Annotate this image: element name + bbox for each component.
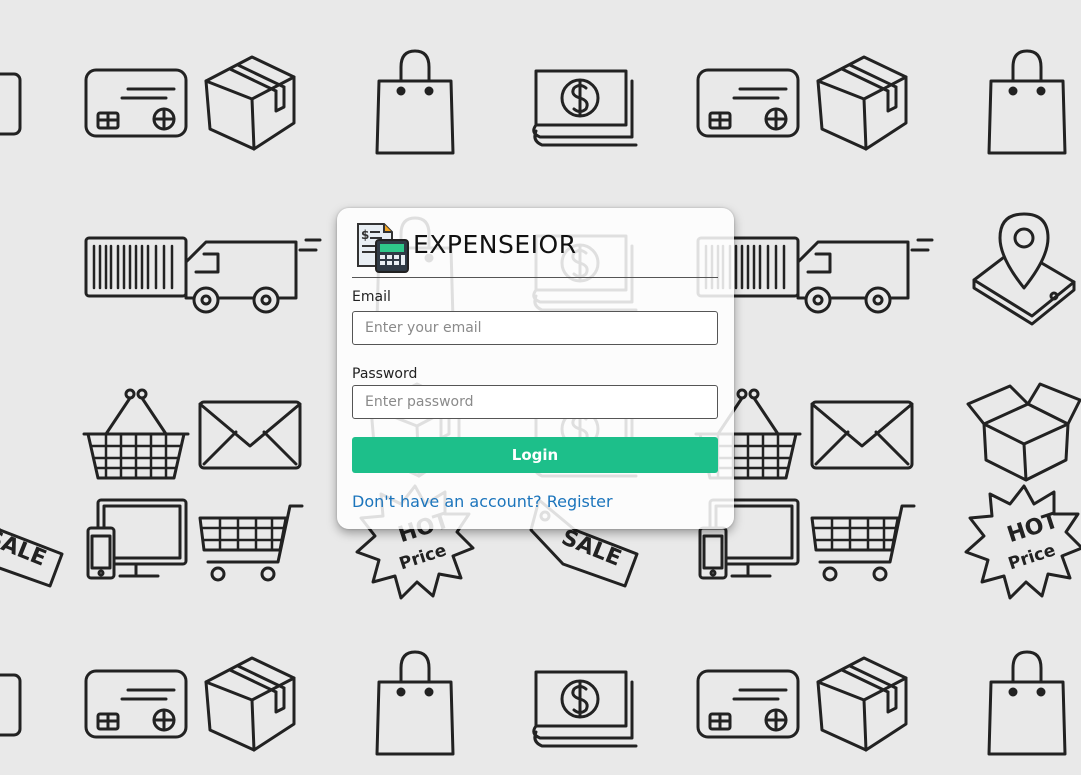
password-label: Password — [352, 366, 418, 382]
email-label: Email — [352, 289, 391, 305]
register-link[interactable]: Don't have an account? Register — [352, 492, 613, 511]
svg-text:$: $ — [361, 228, 369, 242]
app-brand-title: EXPENSEIOR — [413, 230, 577, 259]
divider — [352, 277, 718, 278]
email-field[interactable] — [352, 311, 718, 345]
login-button[interactable]: Login — [352, 437, 718, 473]
calculator-receipt-icon: $ — [357, 223, 409, 273]
password-field[interactable] — [352, 385, 718, 419]
login-card: $ EXPENSEIOR Email Password Login Don't … — [337, 208, 734, 529]
